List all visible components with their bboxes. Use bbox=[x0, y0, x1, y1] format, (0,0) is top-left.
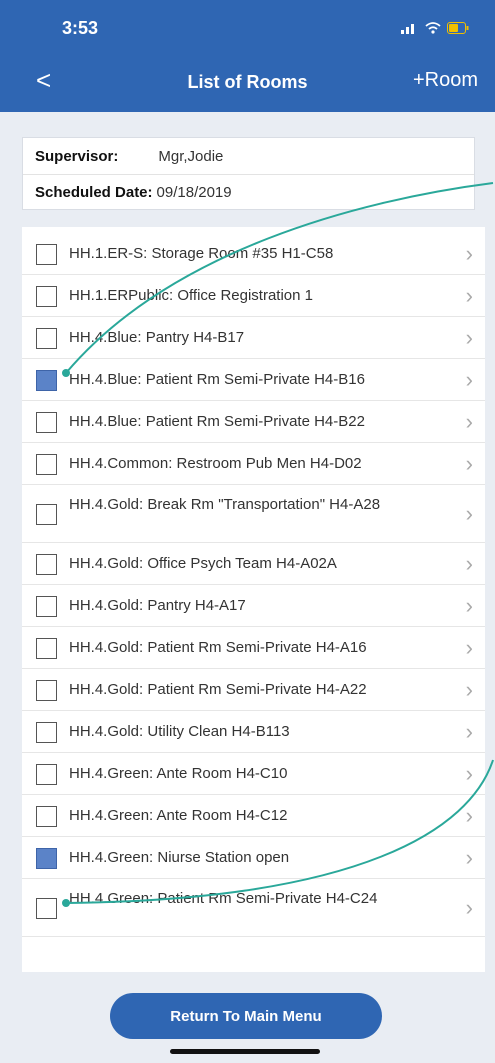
room-row[interactable]: HH.1.ER-S: Storage Room #35 H1-C58 › bbox=[22, 233, 485, 275]
room-checkbox[interactable] bbox=[36, 897, 57, 919]
room-checkbox[interactable] bbox=[36, 637, 57, 659]
chevron-right-icon: › bbox=[465, 501, 473, 526]
room-row[interactable]: HH.4.Green: Ante Room H4-C12 › bbox=[22, 795, 485, 837]
battery-icon bbox=[447, 22, 469, 34]
room-checkbox[interactable] bbox=[36, 595, 57, 617]
home-indicator bbox=[170, 1049, 320, 1054]
room-row[interactable]: HH.4.Green: Ante Room H4-C10 › bbox=[22, 753, 485, 795]
chevron-right-icon: › bbox=[465, 677, 473, 702]
room-row[interactable]: HH.4.Gold: Patient Rm Semi-Private H4-A2… bbox=[22, 669, 485, 711]
scheduled-date-row: Scheduled Date: 09/18/2019 bbox=[23, 174, 474, 210]
chevron-right-icon: › bbox=[465, 719, 473, 744]
room-row[interactable]: HH.4.Gold: Utility Clean H4-B113 › bbox=[22, 711, 485, 753]
room-checkbox[interactable] bbox=[36, 805, 57, 827]
room-row[interactable]: HH.4.Blue: Patient Rm Semi-Private H4-B2… bbox=[22, 401, 485, 443]
room-label: HH.4.Blue: Pantry H4-B17 bbox=[69, 329, 245, 346]
room-row[interactable]: HH.4.Blue: Patient Rm Semi-Private H4-B1… bbox=[22, 359, 485, 401]
room-row[interactable]: HH.4.Gold: Patient Rm Semi-Private H4-A1… bbox=[22, 627, 485, 669]
room-label: HH.1.ER-S: Storage Room #35 H1-C58 bbox=[69, 245, 334, 262]
chevron-right-icon: › bbox=[465, 367, 473, 392]
chevron-right-icon: › bbox=[465, 325, 473, 350]
room-checkbox[interactable] bbox=[36, 503, 57, 525]
room-label: HH.4.Gold: Office Psych Team H4-A02A bbox=[69, 555, 337, 572]
room-row[interactable]: HH.4.Green: Patient Rm Semi-Private H4-C… bbox=[22, 879, 485, 937]
room-label: HH.4.Green: Niurse Station open bbox=[69, 849, 290, 866]
room-row[interactable]: HH.4.Gold: Pantry H4-A17 › bbox=[22, 585, 485, 627]
add-room-button[interactable]: +Room bbox=[413, 69, 478, 92]
room-checkbox[interactable] bbox=[36, 721, 57, 743]
room-row[interactable]: HH.1.ERPublic: Office Registration 1 › bbox=[22, 275, 485, 317]
chevron-right-icon: › bbox=[465, 635, 473, 660]
navigation-bar: < List of Rooms +Room bbox=[0, 55, 495, 112]
room-label: HH.4.Gold: Pantry H4-A17 bbox=[69, 597, 246, 614]
room-label: HH.4.Blue: Patient Rm Semi-Private H4-B2… bbox=[69, 413, 365, 430]
supervisor-row: Supervisor: Mgr,Jodie bbox=[23, 138, 474, 174]
room-label: HH.4.Green: Patient Rm Semi-Private H4-C… bbox=[69, 890, 378, 907]
chevron-right-icon: › bbox=[465, 451, 473, 476]
chevron-right-icon: › bbox=[465, 551, 473, 576]
room-label: HH.4.Blue: Patient Rm Semi-Private H4-B1… bbox=[69, 371, 365, 388]
chevron-right-icon: › bbox=[465, 241, 473, 266]
room-checkbox[interactable] bbox=[36, 453, 57, 475]
room-checkbox[interactable] bbox=[36, 553, 57, 575]
room-row[interactable]: HH.4.Gold: Break Rm "Transportation" H4-… bbox=[22, 485, 485, 543]
chevron-right-icon: › bbox=[465, 593, 473, 618]
room-row[interactable]: HH.4.Gold: Office Psych Team H4-A02A › bbox=[22, 543, 485, 585]
scheduled-date-value: 09/18/2019 bbox=[156, 184, 232, 201]
chevron-right-icon: › bbox=[465, 761, 473, 786]
room-checkbox[interactable] bbox=[36, 327, 57, 349]
room-label: HH.4.Gold: Patient Rm Semi-Private H4-A1… bbox=[69, 639, 367, 656]
wifi-icon bbox=[425, 22, 441, 34]
return-to-main-menu-button[interactable]: Return To Main Menu bbox=[110, 993, 382, 1039]
room-checkbox[interactable] bbox=[36, 411, 57, 433]
chevron-right-icon: › bbox=[465, 409, 473, 434]
status-bar: 3:53 bbox=[0, 0, 495, 55]
room-checkbox[interactable] bbox=[36, 369, 57, 391]
room-label: HH.4.Gold: Patient Rm Semi-Private H4-A2… bbox=[69, 681, 367, 698]
room-label: HH.4.Common: Restroom Pub Men H4-D02 bbox=[69, 455, 362, 472]
room-row[interactable]: HH.4.Blue: Pantry H4-B17 › bbox=[22, 317, 485, 359]
room-checkbox[interactable] bbox=[36, 243, 57, 265]
chevron-right-icon: › bbox=[465, 895, 473, 920]
room-label: HH.4.Green: Ante Room H4-C12 bbox=[69, 807, 288, 824]
scheduled-date-label: Scheduled Date: bbox=[35, 184, 153, 201]
room-checkbox[interactable] bbox=[36, 285, 57, 307]
supervisor-value: Mgr,Jodie bbox=[158, 147, 224, 165]
room-checkbox[interactable] bbox=[36, 679, 57, 701]
chevron-right-icon: › bbox=[465, 845, 473, 870]
chevron-right-icon: › bbox=[465, 283, 473, 308]
room-label: HH.4.Gold: Break Rm "Transportation" H4-… bbox=[69, 496, 381, 513]
room-label: HH.4.Green: Ante Room H4-C10 bbox=[69, 765, 288, 782]
room-label: HH.4.Gold: Utility Clean H4-B113 bbox=[69, 723, 290, 740]
signal-icon bbox=[401, 24, 414, 34]
info-card: Supervisor: Mgr,Jodie Scheduled Date: 09… bbox=[22, 137, 475, 210]
room-list: HH.1.ER-S: Storage Room #35 H1-C58 › HH.1.… bbox=[22, 227, 485, 972]
room-checkbox[interactable] bbox=[36, 763, 57, 785]
room-row[interactable]: HH.4.Green: Niurse Station open › bbox=[22, 837, 485, 879]
room-checkbox[interactable] bbox=[36, 847, 57, 869]
status-time: 3:53 bbox=[62, 18, 99, 38]
room-row[interactable]: HH.4.Common: Restroom Pub Men H4-D02 › bbox=[22, 443, 485, 485]
room-label: HH.1.ERPublic: Office Registration 1 bbox=[69, 287, 313, 304]
supervisor-label: Supervisor: bbox=[35, 147, 119, 165]
status-icons bbox=[401, 22, 469, 34]
chevron-right-icon: › bbox=[465, 803, 473, 828]
